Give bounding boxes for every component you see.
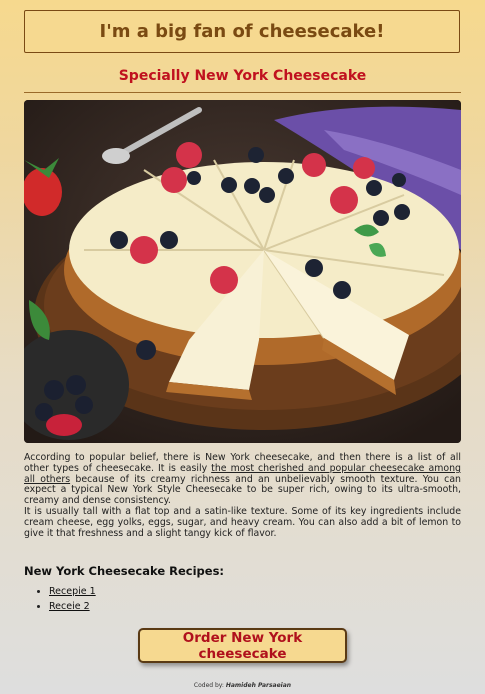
footer-author: Hamideh Parsaeian [225, 682, 292, 689]
section-subtitle: Specially New York Cheesecake [118, 68, 367, 84]
header-box: I'm a big fan of cheesecake! [24, 10, 460, 53]
order-button[interactable]: Order New York cheesecake [138, 628, 347, 663]
footer: Coded by: Hamideh Parsaeian [0, 682, 485, 689]
page-title: I'm a big fan of cheesecake! [99, 21, 385, 42]
list-item: Recepie 1 [49, 584, 96, 599]
recipes-list: Recepie 1 Receie 2 [34, 584, 96, 614]
divider [24, 92, 461, 93]
footer-prefix: Coded by: [193, 682, 226, 689]
recipe-link-1[interactable]: Recepie 1 [49, 586, 96, 597]
cheesecake-photo [24, 100, 461, 443]
recipes-heading: New York Cheesecake Recipes: [24, 564, 225, 578]
paragraph-2: It is usually tall with a flat top and a… [24, 505, 461, 539]
paragraph-1: According to popular belief, there is Ne… [24, 452, 462, 507]
list-item: Receie 2 [49, 599, 96, 614]
recipe-link-2[interactable]: Receie 2 [49, 601, 90, 612]
description-text: According to popular belief, there is Ne… [24, 452, 462, 539]
paragraph-1-end: because of its creamy richness and an un… [24, 473, 462, 507]
